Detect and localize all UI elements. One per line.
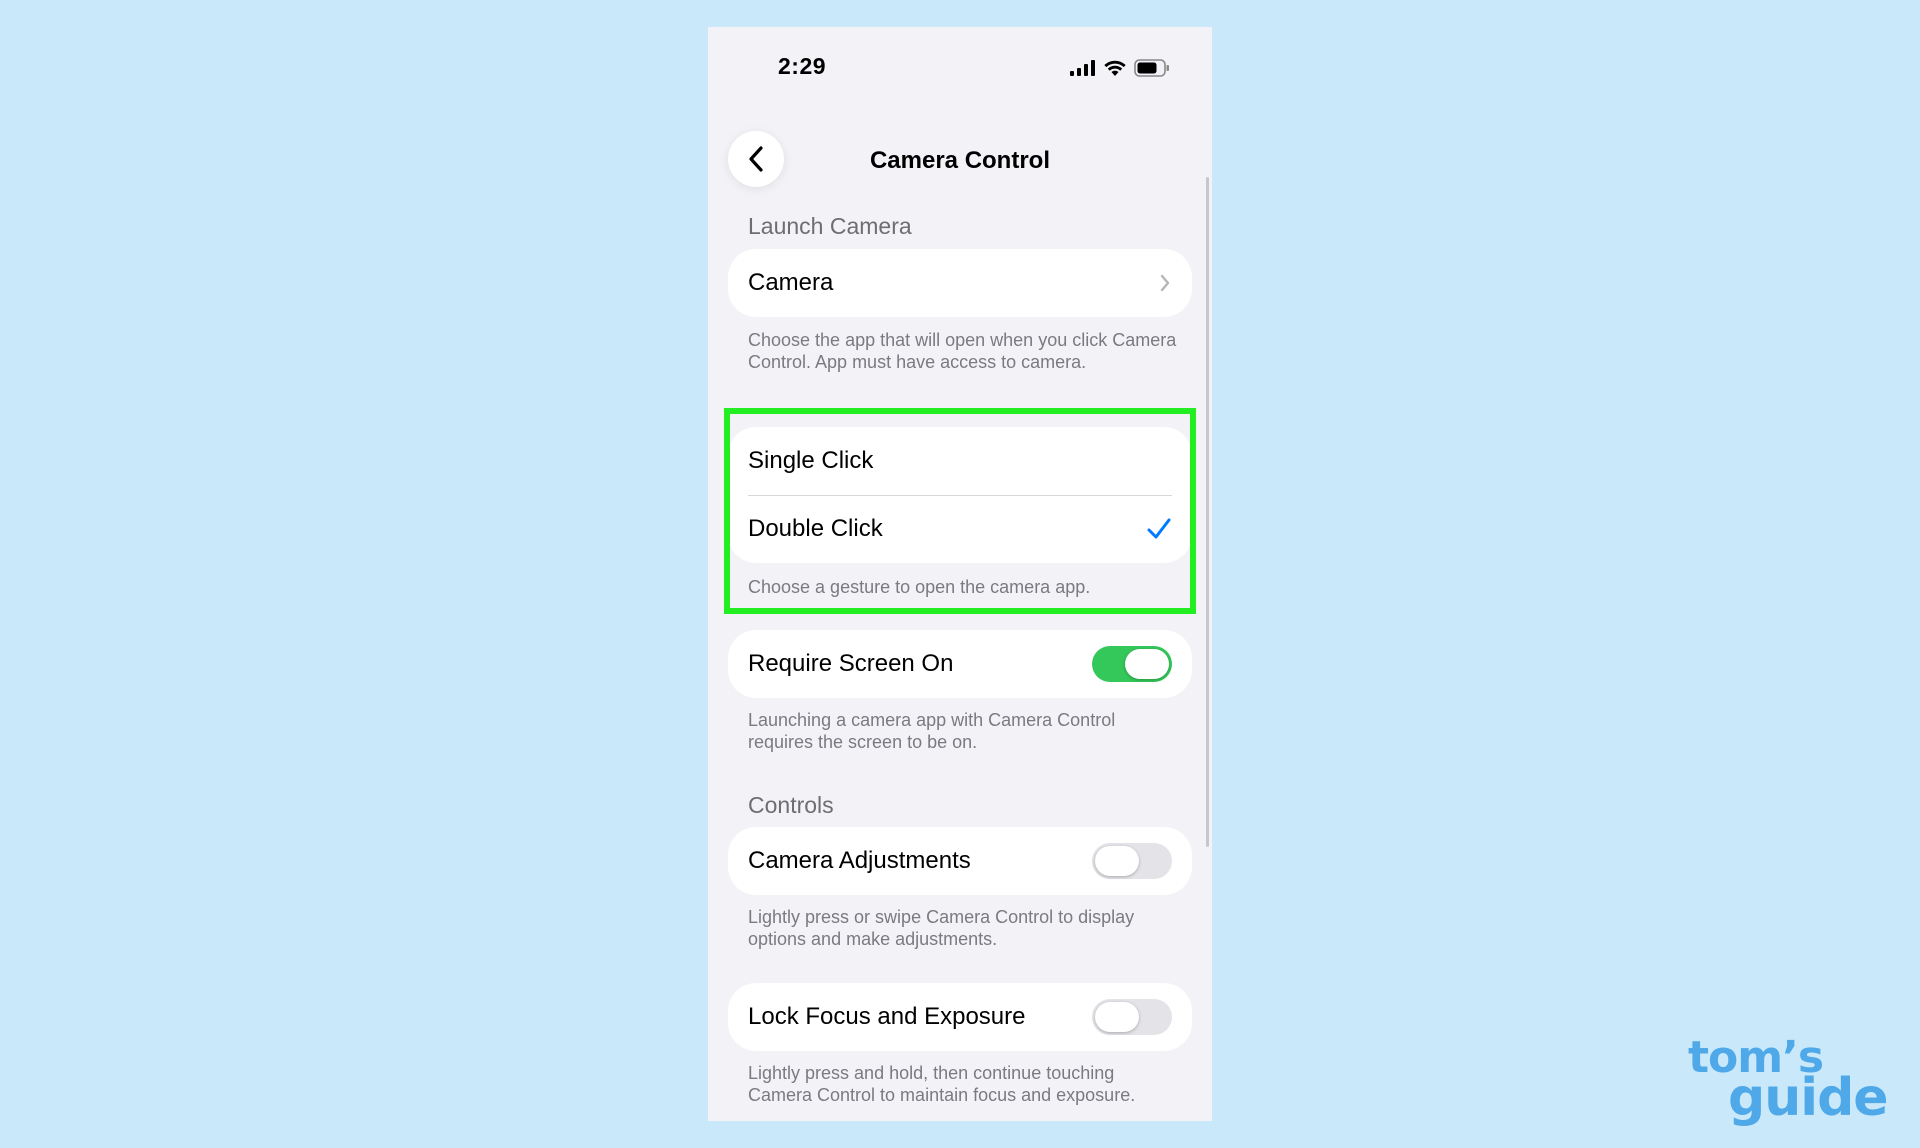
single-click-option[interactable]: Single Click [728,427,1192,495]
battery-icon [1134,59,1169,77]
logo-line-2: guide [1728,1068,1889,1128]
toms-guide-logo: tom’s guide [1688,1036,1889,1128]
toggle-knob [1095,846,1139,876]
toggle-knob [1125,649,1169,679]
double-click-label: Double Click [748,515,883,542]
phone-screen: 2:29 Camera Control Launch Camera Camera… [708,27,1212,1121]
require-screen-on-toggle[interactable] [1092,646,1172,682]
controls-header: Controls [748,792,834,818]
checkmark-icon [1147,518,1171,539]
status-time: 2:29 [778,53,827,79]
require-screen-on-row: Require Screen On [728,630,1192,698]
navigation-bar: Camera Control [708,107,1212,207]
camera-app-row[interactable]: Camera [728,249,1192,317]
lock-focus-row: Lock Focus and Exposure [728,983,1192,1051]
launch-camera-footer: Choose the app that will open when you c… [748,330,1177,372]
toggle-knob [1095,1002,1139,1032]
lock-focus-footer: Lightly press and hold, then continue to… [748,1063,1136,1105]
double-click-option[interactable]: Double Click [728,495,1192,563]
cellular-signal-icon [1070,60,1095,76]
require-screen-footer: Launching a camera app with Camera Contr… [748,710,1116,752]
lock-focus-group: Lock Focus and Exposure [728,983,1192,1051]
status-icons [1070,59,1170,77]
camera-adjustments-label: Camera Adjustments [748,847,971,874]
require-screen-group: Require Screen On [728,630,1192,698]
camera-adjustments-toggle[interactable] [1092,843,1172,879]
chevron-right-icon [1160,274,1170,292]
gesture-footer: Choose a gesture to open the camera app. [748,577,1091,597]
require-screen-on-label: Require Screen On [748,650,954,677]
camera-app-label: Camera [748,269,834,296]
page-title: Camera Control [869,147,1051,174]
lock-focus-toggle[interactable] [1092,999,1172,1035]
wifi-icon [1104,60,1126,76]
launch-camera-header: Launch Camera [748,213,912,239]
scrollbar[interactable] [1206,177,1209,847]
single-click-label: Single Click [748,447,874,474]
camera-adjustments-group: Camera Adjustments [728,827,1192,895]
camera-adjustments-footer: Lightly press or swipe Camera Control to… [748,907,1135,949]
gesture-group: Single Click Double Click [728,427,1192,563]
status-bar: 2:29 [708,27,1212,107]
lock-focus-label: Lock Focus and Exposure [748,1003,1026,1030]
camera-adjustments-row: Camera Adjustments [728,827,1192,895]
launch-camera-group: Camera [728,249,1192,317]
